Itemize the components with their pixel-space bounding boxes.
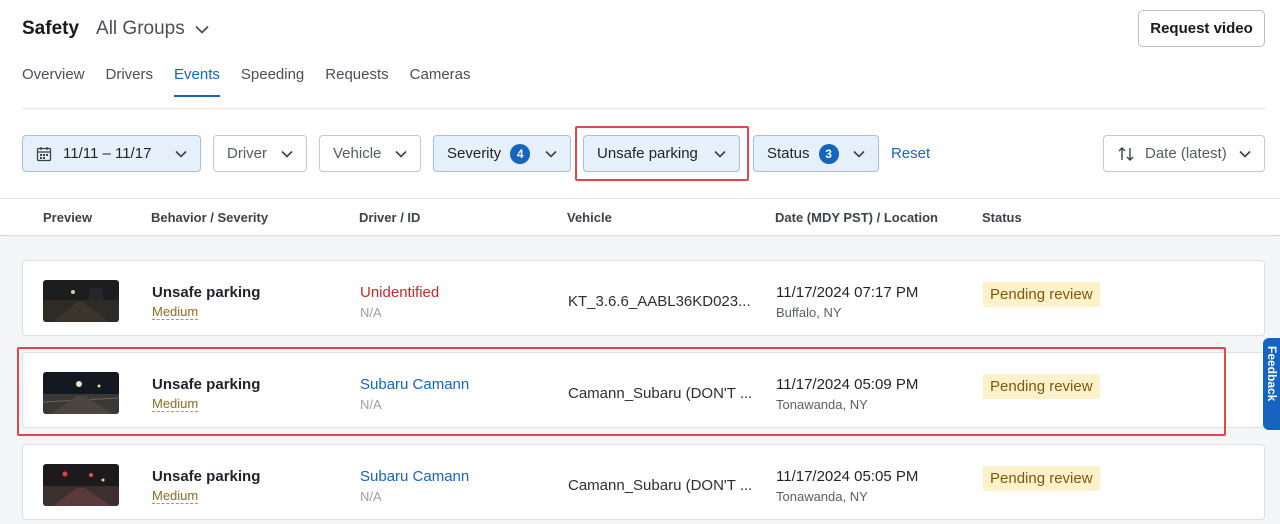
vehicle-name: Camann_Subaru (DON'T ... — [568, 477, 753, 494]
group-selector-label: All Groups — [96, 18, 185, 39]
date-range-filter[interactable]: 11/11 – 11/17 — [22, 135, 201, 172]
severity-filter[interactable]: Severity 4 — [433, 135, 571, 172]
column-header-behavior[interactable]: Behavior / Severity — [151, 210, 268, 225]
vehicle-filter-label: Vehicle — [333, 145, 382, 162]
calendar-icon — [36, 146, 52, 161]
event-date: 11/17/2024 07:17 PM — [776, 284, 919, 301]
severity-count-badge: 4 — [510, 143, 531, 164]
date-range-value: 11/11 – 11/17 — [63, 145, 152, 162]
driver-id: N/A — [360, 397, 382, 412]
severity-label: Medium — [152, 396, 199, 412]
behavior-filter-label: Unsafe parking — [597, 145, 698, 162]
request-video-button[interactable]: Request video — [1138, 10, 1265, 47]
severity-filter-label: Severity — [447, 145, 502, 162]
severity-label: Medium — [152, 304, 199, 320]
sort-select[interactable]: Date (latest) — [1103, 135, 1265, 172]
event-location: Tonawanda, NY — [776, 489, 868, 504]
driver-filter-label: Driver — [227, 145, 267, 162]
behavior-label: Unsafe parking — [152, 468, 261, 485]
driver-filter[interactable]: Driver — [213, 135, 307, 172]
event-date: 11/17/2024 05:09 PM — [776, 376, 919, 393]
video-thumbnail[interactable] — [43, 280, 119, 322]
driver-name[interactable]: Subaru Camann — [360, 376, 469, 393]
column-header-status[interactable]: Status — [982, 210, 1022, 225]
feedback-tab-label: Feedback — [1265, 346, 1279, 402]
tab-speeding[interactable]: Speeding — [241, 66, 304, 97]
status-badge: Pending review — [983, 466, 1100, 491]
chevron-down-icon — [281, 150, 293, 158]
vehicle-name: Camann_Subaru (DON'T ... — [568, 385, 753, 402]
status-filter-label: Status — [767, 145, 810, 162]
chevron-down-icon — [1239, 150, 1251, 158]
feedback-tab[interactable]: Feedback — [1263, 338, 1280, 430]
chevron-down-icon — [195, 25, 209, 34]
reset-filters-link[interactable]: Reset — [891, 145, 930, 162]
video-thumbnail[interactable] — [43, 372, 119, 414]
event-location: Buffalo, NY — [776, 305, 842, 320]
chevron-down-icon — [545, 150, 557, 158]
status-count-badge: 3 — [818, 143, 839, 164]
chevron-down-icon — [714, 150, 726, 158]
behavior-label: Unsafe parking — [152, 376, 261, 393]
driver-name[interactable]: Subaru Camann — [360, 468, 469, 485]
status-filter[interactable]: Status 3 — [753, 135, 879, 172]
page-title: Safety — [22, 18, 80, 39]
status-badge: Pending review — [983, 374, 1100, 399]
table-header: Preview Behavior / Severity Driver / ID … — [0, 198, 1280, 236]
behavior-label: Unsafe parking — [152, 284, 261, 301]
tab-cameras[interactable]: Cameras — [410, 66, 471, 97]
group-selector[interactable]: All Groups — [96, 18, 209, 40]
table-row[interactable]: Unsafe parking Medium Subaru Camann N/A … — [22, 444, 1265, 520]
vehicle-filter[interactable]: Vehicle — [319, 135, 421, 172]
tab-drivers[interactable]: Drivers — [106, 66, 154, 97]
event-date: 11/17/2024 05:05 PM — [776, 468, 919, 485]
column-header-preview: Preview — [43, 210, 93, 225]
chevron-down-icon — [853, 150, 865, 158]
column-header-date[interactable]: Date (MDY PST) / Location — [775, 210, 938, 225]
tab-requests[interactable]: Requests — [325, 66, 388, 97]
severity-label: Medium — [152, 488, 199, 504]
driver-id: N/A — [360, 305, 382, 320]
status-badge: Pending review — [983, 282, 1100, 307]
sort-icon — [1118, 146, 1134, 161]
table-row[interactable]: Unsafe parking Medium Unidentified N/A K… — [22, 260, 1265, 336]
column-header-driver[interactable]: Driver / ID — [359, 210, 420, 225]
column-header-vehicle[interactable]: Vehicle — [567, 210, 612, 225]
tab-bar: Overview Drivers Events Speeding Request… — [22, 66, 471, 97]
page-header: Safety All Groups — [22, 14, 209, 44]
event-location: Tonawanda, NY — [776, 397, 868, 412]
video-thumbnail[interactable] — [43, 464, 119, 506]
tab-events[interactable]: Events — [174, 66, 220, 97]
tab-overview[interactable]: Overview — [22, 66, 85, 97]
tabs-divider — [22, 108, 1266, 109]
chevron-down-icon — [175, 150, 187, 158]
chevron-down-icon — [395, 150, 407, 158]
sort-select-value: Date (latest) — [1145, 145, 1227, 162]
vehicle-name: KT_3.6.6_AABL36KD023... — [568, 293, 751, 310]
table-row[interactable]: Unsafe parking Medium Subaru Camann N/A … — [22, 352, 1265, 428]
behavior-filter[interactable]: Unsafe parking — [583, 135, 740, 172]
driver-name: Unidentified — [360, 284, 440, 301]
driver-id: N/A — [360, 489, 382, 504]
